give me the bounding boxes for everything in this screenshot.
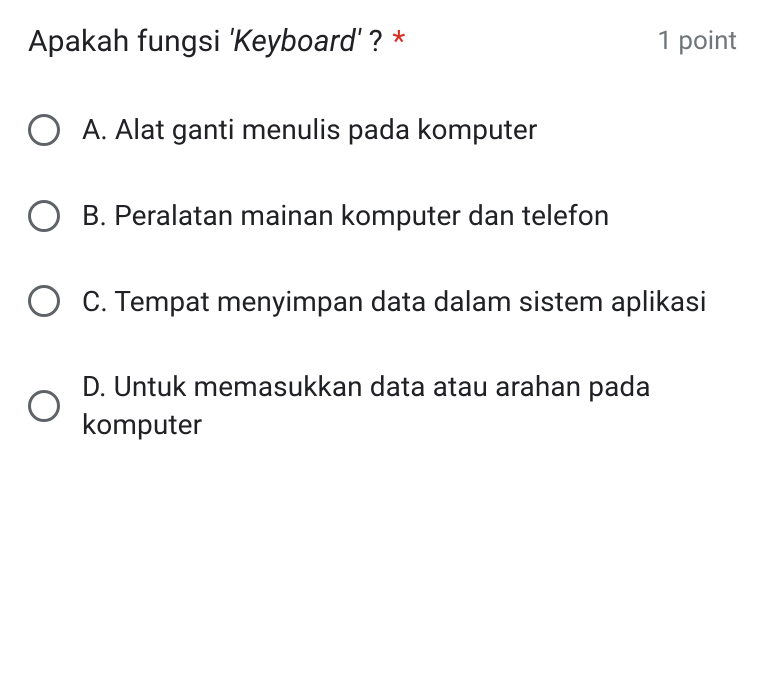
option-c[interactable]: C. Tempat menyimpan data dalam sistem ap… [28,283,737,321]
question-text-pre: Apakah fungsi [28,24,228,59]
options-list: A. Alat ganti menulis pada komputer B. P… [28,111,737,444]
option-label: D. Untuk memasukkan data atau arahan pad… [82,368,737,444]
option-d[interactable]: D. Untuk memasukkan data atau arahan pad… [28,368,737,444]
question-title: Apakah fungsi 'Keyboard' ? * [28,24,405,59]
radio-icon[interactable] [28,114,60,146]
points-label: 1 point [657,26,737,56]
question-text-italic: 'Keyboard' [228,24,361,59]
radio-icon[interactable] [28,390,60,422]
radio-icon[interactable] [28,200,60,232]
option-b[interactable]: B. Peralatan mainan komputer dan telefon [28,197,737,235]
option-label: A. Alat ganti menulis pada komputer [82,111,537,149]
radio-icon[interactable] [28,285,60,317]
required-mark: * [392,24,405,59]
option-label: C. Tempat menyimpan data dalam sistem ap… [82,283,707,321]
question-header: Apakah fungsi 'Keyboard' ? * 1 point [28,24,737,59]
option-a[interactable]: A. Alat ganti menulis pada komputer [28,111,737,149]
question-text-post: ? [361,24,383,59]
option-label: B. Peralatan mainan komputer dan telefon [82,197,609,235]
